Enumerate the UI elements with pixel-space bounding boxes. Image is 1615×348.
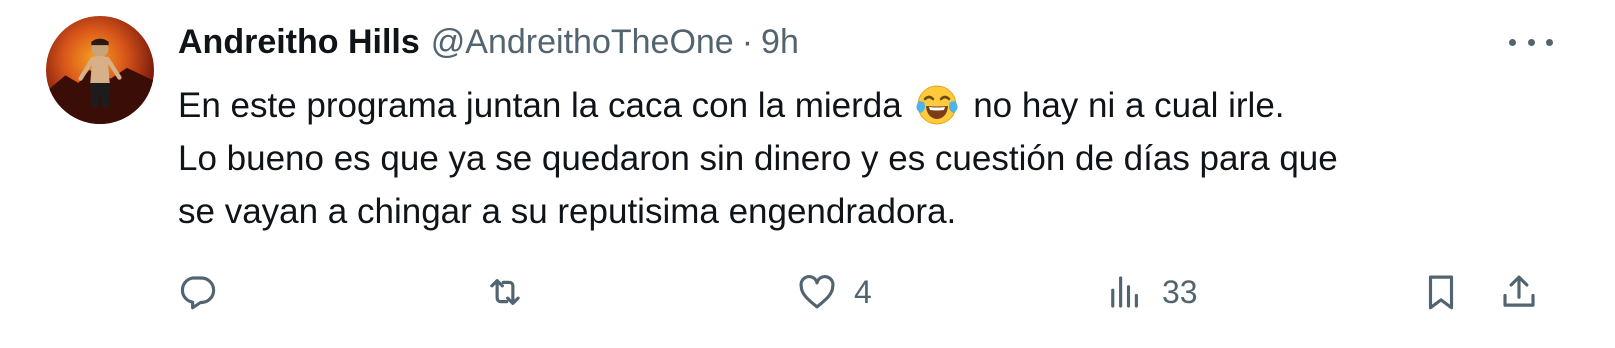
- more-dot: [1527, 38, 1535, 46]
- face-with-tears-of-joy-icon: [915, 83, 959, 127]
- avatar-image: [46, 38, 154, 124]
- timestamp[interactable]: 9h: [761, 23, 799, 62]
- views-icon: [1111, 276, 1138, 308]
- tweet-text-segment: no hay ni a cual irle.: [973, 86, 1285, 125]
- heart-icon: [799, 275, 835, 309]
- bookmark-button[interactable]: [1420, 262, 1462, 322]
- tweet-text-line-3: se vayan a chingar a su reputisima engen…: [178, 192, 957, 231]
- share-icon: [1503, 275, 1535, 307]
- like-button[interactable]: 4: [796, 262, 872, 322]
- views-button[interactable]: 33: [1104, 262, 1198, 322]
- author-handle[interactable]: @AndreithoTheOne: [431, 23, 734, 62]
- tweet-actions: 4 33: [0, 262, 1615, 322]
- tweet-header: Andreitho Hills @AndreithoTheOne · 9h: [178, 20, 799, 64]
- tweet-text: En este programa juntan la caca con la m…: [178, 79, 1558, 238]
- avatar[interactable]: [46, 16, 154, 124]
- reply-icon: [180, 276, 216, 310]
- more-options-icon[interactable]: [1509, 30, 1553, 54]
- reply-button[interactable]: [176, 262, 218, 322]
- retweet-button[interactable]: [484, 262, 526, 322]
- bookmark-icon: [1428, 275, 1454, 310]
- separator-dot: ·: [741, 22, 754, 61]
- author-name[interactable]: Andreitho Hills: [178, 23, 420, 62]
- tweet-text-segment: En este programa juntan la caca con la m…: [178, 86, 902, 125]
- more-dot: [1509, 38, 1516, 46]
- tweet[interactable]: Andreitho Hills @AndreithoTheOne · 9h En…: [0, 0, 1615, 348]
- tweet-text-line-2: Lo bueno es que ya se quedaron sin diner…: [178, 139, 1338, 178]
- tweet-text-line-1: En este programa juntan la caca con la m…: [178, 79, 1558, 132]
- share-button[interactable]: [1498, 262, 1540, 322]
- retweet-icon: [490, 279, 520, 305]
- like-count: 4: [854, 273, 872, 310]
- views-count: 33: [1162, 273, 1198, 310]
- more-dot: [1546, 38, 1553, 46]
